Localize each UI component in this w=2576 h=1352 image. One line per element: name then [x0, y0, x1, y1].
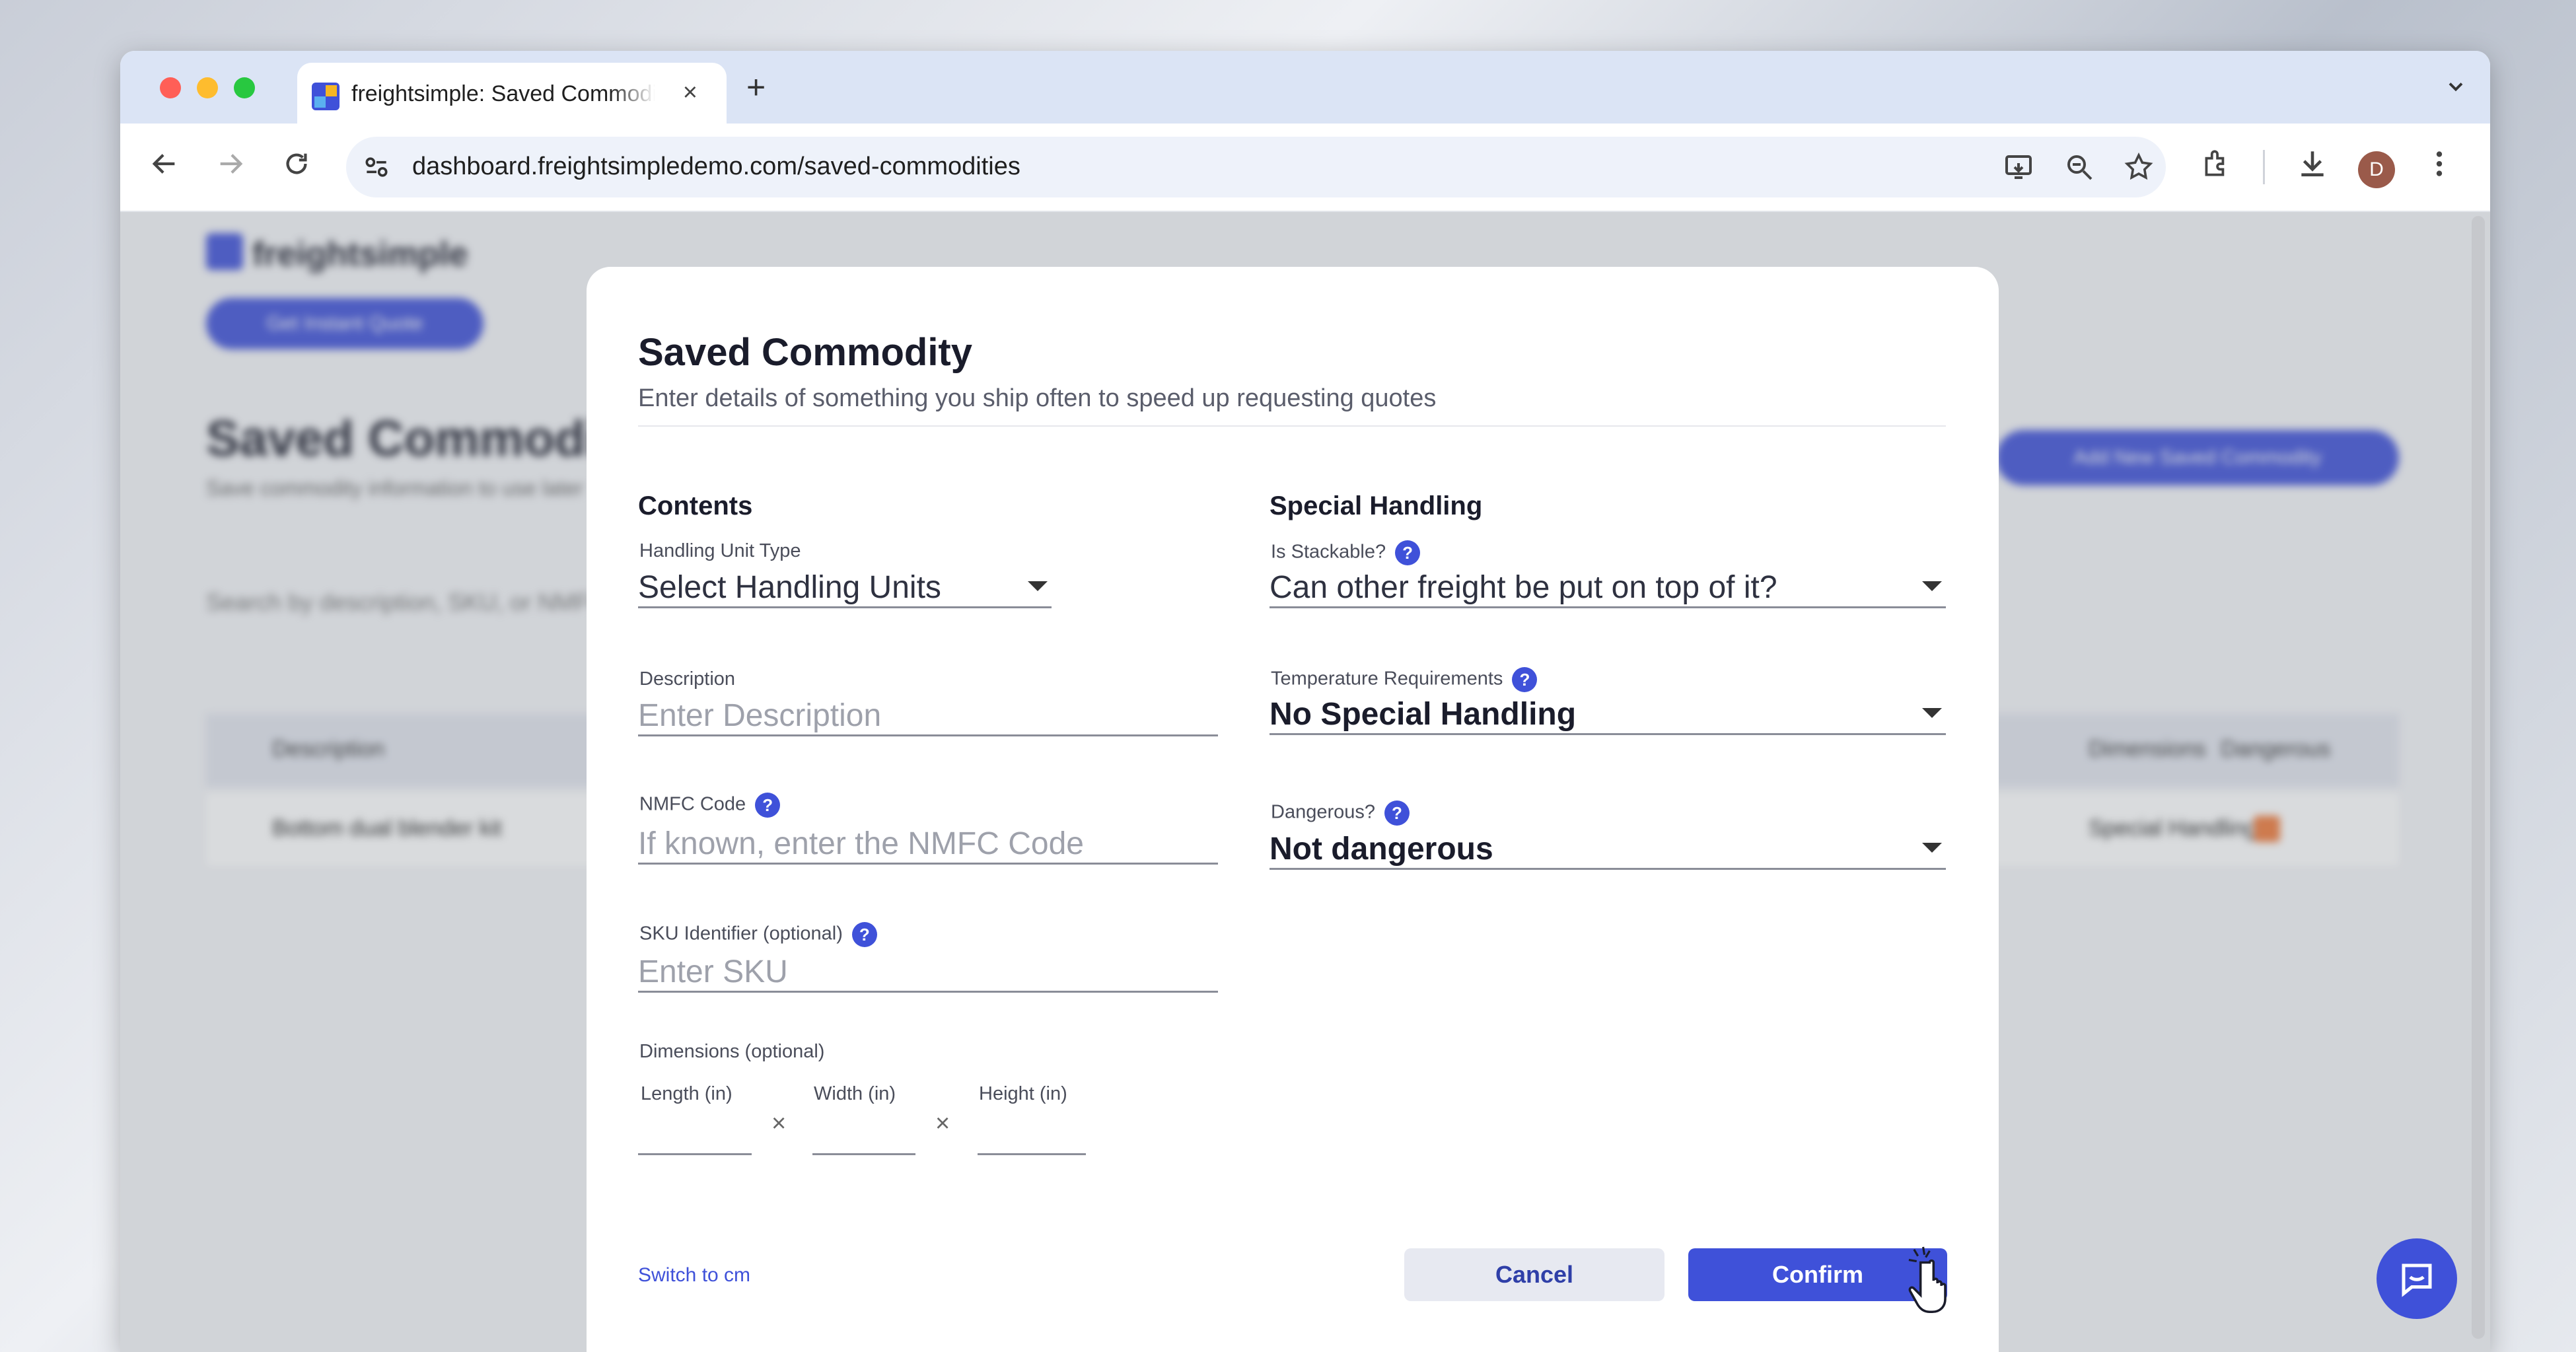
tab-search-chevron-icon[interactable]	[2444, 75, 2468, 104]
chat-launcher-button[interactable]	[2377, 1238, 2457, 1319]
address-bar[interactable]: dashboard.freightsimpledemo.com/saved-co…	[346, 137, 2166, 197]
maximize-window-button[interactable]	[234, 77, 255, 98]
dangerous-value: Not dangerous	[1270, 832, 1493, 867]
saved-commodity-dialog: Saved Commodity Enter details of somethi…	[587, 267, 1999, 1352]
width-input[interactable]	[812, 1120, 915, 1155]
handling-unit-label: Handling Unit Type	[639, 540, 801, 561]
tab-title: freightsimple: Saved Commodities	[351, 81, 655, 106]
sku-label: SKU Identifier (optional)?	[639, 922, 877, 947]
reload-icon[interactable]	[281, 149, 312, 179]
stackable-select[interactable]: Can other freight be put on top of it?	[1270, 565, 1946, 608]
new-tab-button[interactable]: +	[746, 71, 766, 104]
help-icon[interactable]: ?	[1395, 540, 1421, 565]
stackable-value: Can other freight be put on top of it?	[1270, 570, 1777, 605]
dialog-subtitle: Enter details of something you ship ofte…	[638, 384, 1437, 412]
dangerous-select[interactable]: Not dangerous	[1270, 827, 1946, 870]
chevron-down-icon	[1922, 708, 1942, 718]
nmfc-label: NMFC Code?	[639, 793, 781, 818]
dimensions-label: Dimensions (optional)	[639, 1041, 825, 1062]
minimize-window-button[interactable]	[197, 77, 218, 98]
times-icon: ×	[935, 1110, 950, 1137]
freightsimple-favicon-icon	[312, 83, 340, 110]
description-placeholder: Enter Description	[638, 698, 882, 733]
back-arrow-icon[interactable]	[149, 149, 180, 179]
dangerous-label-text: Dangerous?	[1271, 801, 1375, 823]
browser-window: freightsimple: Saved Commodities × + das…	[120, 51, 2490, 1352]
nmfc-placeholder: If known, enter the NMFC Code	[638, 826, 1084, 861]
chat-icon	[2402, 1263, 2432, 1297]
browser-toolbar: dashboard.freightsimpledemo.com/saved-co…	[120, 124, 2490, 212]
contents-heading: Contents	[638, 491, 753, 520]
sku-label-text: SKU Identifier (optional)	[639, 923, 843, 944]
help-icon[interactable]: ?	[851, 922, 877, 947]
toolbar-divider	[2263, 150, 2265, 184]
help-icon[interactable]: ?	[755, 793, 781, 818]
length-label: Length (in)	[641, 1083, 733, 1104]
handling-unit-select[interactable]: Select Handling Units	[638, 565, 1052, 608]
description-label: Description	[639, 668, 736, 690]
height-label: Height (in)	[979, 1083, 1067, 1104]
dialog-title: Saved Commodity	[638, 331, 972, 374]
width-label: Width (in)	[814, 1083, 896, 1104]
temperature-label-text: Temperature Requirements	[1271, 668, 1503, 690]
close-window-button[interactable]	[160, 77, 181, 98]
extensions-icon[interactable]	[2200, 147, 2233, 180]
temperature-select[interactable]: No Special Handling	[1270, 692, 1946, 735]
star-icon[interactable]	[2123, 151, 2155, 183]
special-handling-heading: Special Handling	[1270, 491, 1483, 520]
more-vert-icon[interactable]	[2423, 147, 2456, 180]
tab-strip: freightsimple: Saved Commodities × +	[120, 51, 2490, 124]
chevron-down-icon	[1028, 581, 1048, 591]
description-input[interactable]: Enter Description	[638, 694, 1218, 736]
help-icon[interactable]: ?	[1384, 801, 1410, 826]
handling-unit-value: Select Handling Units	[638, 570, 941, 605]
forward-arrow-icon[interactable]	[215, 149, 246, 179]
length-input[interactable]	[638, 1120, 752, 1155]
zoom-icon[interactable]	[2063, 151, 2095, 183]
sku-input[interactable]: Enter SKU	[638, 950, 1218, 993]
nmfc-label-text: NMFC Code	[639, 793, 746, 815]
profile-avatar[interactable]: D	[2358, 151, 2395, 188]
chevron-down-icon	[1922, 581, 1942, 591]
help-icon[interactable]: ?	[1512, 667, 1538, 692]
times-icon: ×	[771, 1110, 787, 1137]
cancel-button[interactable]: Cancel	[1404, 1248, 1664, 1301]
page-scrollbar[interactable]	[2472, 216, 2485, 1339]
tab-close-icon[interactable]: ×	[683, 80, 698, 105]
dialog-divider	[638, 425, 1946, 427]
switch-to-cm-link[interactable]: Switch to cm	[638, 1264, 750, 1287]
download-icon[interactable]	[2296, 147, 2329, 180]
cast-icon[interactable]	[2003, 151, 2034, 183]
chevron-down-icon	[1922, 843, 1942, 853]
temperature-value: No Special Handling	[1270, 697, 1577, 732]
stackable-label-text: Is Stackable?	[1271, 541, 1386, 563]
temperature-label: Temperature Requirements?	[1271, 667, 1538, 692]
stackable-label: Is Stackable??	[1271, 540, 1421, 565]
browser-tab[interactable]: freightsimple: Saved Commodities ×	[297, 63, 727, 124]
dangerous-label: Dangerous??	[1271, 801, 1410, 826]
nmfc-input[interactable]: If known, enter the NMFC Code	[638, 822, 1218, 865]
site-settings-icon[interactable]	[362, 153, 391, 182]
pointer-cursor-icon	[1908, 1246, 1947, 1314]
url-text[interactable]: dashboard.freightsimpledemo.com/saved-co…	[412, 153, 1020, 181]
sku-placeholder: Enter SKU	[638, 954, 788, 989]
height-input[interactable]	[978, 1120, 1086, 1155]
